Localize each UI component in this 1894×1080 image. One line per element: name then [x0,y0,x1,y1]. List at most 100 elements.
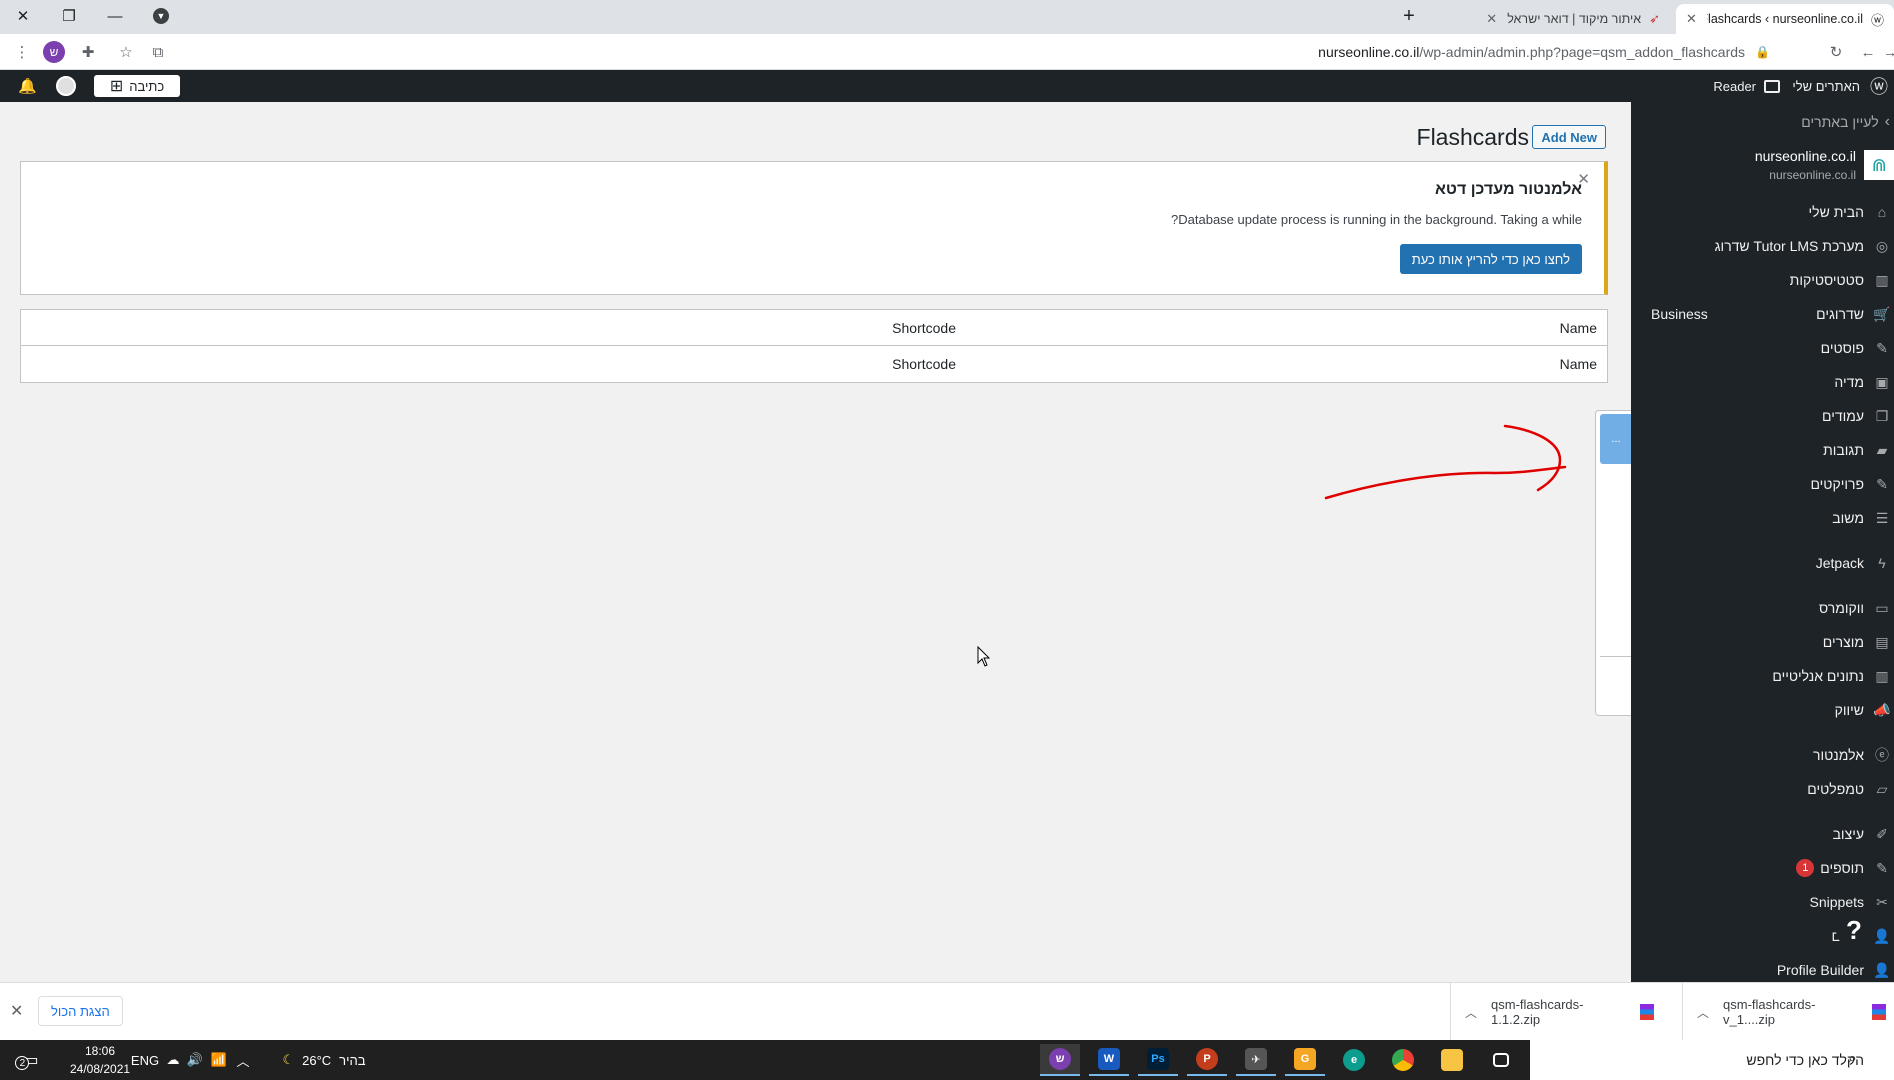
wifi-icon[interactable]: 📶 [208,1040,230,1080]
megaphone-icon: 📣 [1873,701,1891,718]
sidebar-item-jetpack[interactable]: ϟ Jetpack [1631,549,1894,577]
sidebar-item-comments[interactable]: ▰ תגובות [1631,436,1894,464]
folder-icon: ▱ [1876,780,1888,797]
products-icon: ▤ [1875,633,1889,650]
avatar[interactable] [56,76,76,96]
my-sites-link[interactable]: האתרים שלי [1792,70,1860,102]
sidebar-item-stats[interactable]: ▥ סטטיסטיקות [1631,266,1894,294]
sidebar-item-feedback[interactable]: ☰ משוב [1631,504,1894,532]
tab-title: איתור מיקוד | דואר ישראל [1507,12,1642,26]
input-language[interactable]: ENG [128,1040,162,1080]
plugin-icon: ✎ [1876,859,1888,876]
column-header-name[interactable]: Name [1560,320,1597,336]
tab-israel-post[interactable]: ➶ איתור מיקוד | דואר ישראל ✕ [1430,4,1670,34]
column-footer-name[interactable]: Name [1560,356,1597,372]
extensions-icon[interactable]: ✚ [76,40,100,64]
popup-tab[interactable]: ... [1600,414,1632,464]
column-footer-shortcode[interactable]: Shortcode [892,356,956,372]
plan-badge: Business [1651,306,1708,322]
tab-search-icon[interactable]: ▼ [138,0,184,32]
write-button[interactable]: כתיבה ⊞ [94,75,180,97]
woo-icon: ▭ [1875,599,1889,616]
column-header-shortcode[interactable]: Shortcode [892,320,956,336]
lock-icon[interactable]: 🔒 [1755,45,1770,59]
current-site-card[interactable]: ⋒ nurseonline.co.il nurseonline.co.il [1631,146,1894,190]
taskbar-chrome-profile[interactable]: ש [1040,1044,1080,1076]
download-item[interactable]: ︿ qsm-flashcards-1.1.2.zip [1450,983,1662,1041]
flashcards-table: Name Shortcode Name Shortcode [20,309,1608,383]
minimize-window-icon[interactable]: — [92,0,138,32]
tray-expand-icon[interactable]: ︿ [232,1040,254,1080]
windows-search-input[interactable]: הקלד כאן כדי לחפש ⌕ [1530,1040,1894,1080]
reload-icon[interactable]: ↻ [1824,40,1848,64]
photoshop-icon: Ps [1147,1048,1169,1070]
bookmark-star-icon[interactable]: ☆ [114,40,138,64]
show-all-downloads-button[interactable]: הצגת הכול [38,996,123,1026]
download-item[interactable]: ︿ qsm-flashcards-v_1....zip [1682,983,1894,1041]
taskbar-powerpoint[interactable]: P [1187,1044,1227,1076]
taskbar-word[interactable]: W [1089,1044,1129,1076]
sidebar-item-projects[interactable]: ✎ פרויקטים [1631,470,1894,498]
media-icon: ▣ [1875,373,1889,390]
sidebar-item-tutor-lms[interactable]: ◎ מערכת Tutor LMS שדרוג [1631,232,1894,260]
taskbar-app[interactable]: G [1285,1044,1325,1076]
sidebar-item-products[interactable]: ▤ מוצרים [1631,628,1894,656]
close-window-icon[interactable]: ✕ [0,0,46,32]
chevron-up-icon[interactable]: ︿ [1697,1004,1709,1021]
address-bar[interactable]: nurseonline.co.il/wp-admin/admin.php?pag… [180,38,1780,66]
taskbar-edge[interactable]: e [1334,1044,1374,1076]
browser-menu-icon[interactable]: ⋮ [10,40,34,64]
side-popup-panel[interactable]: ... [1595,410,1632,716]
wordpress-logo-icon[interactable]: ⓦ [1864,70,1894,102]
run-update-button[interactable]: לחצו כאן כדי להריץ אותו כעת [1399,244,1582,274]
sidebar-item-pages[interactable]: ❐ עמודים [1631,402,1894,430]
sidebar-item-woocommerce[interactable]: ▭ ווקומרס [1631,594,1894,622]
tab-flashcards[interactable]: ⓦ Flashcards ‹ nurseonline.co.il — … ✕ [1676,4,1894,34]
help-button[interactable]: ? [1836,912,1872,948]
app-icon: G [1294,1048,1316,1070]
reader-link[interactable]: Reader [1713,70,1780,102]
sidebar-item-media[interactable]: ▣ מדיה [1631,368,1894,396]
notice-text: Database update process is running in th… [1171,212,1582,227]
scissors-icon: ✂ [1876,893,1888,910]
sidebar-item-analytics[interactable]: ▥ נתונים אנליטיים [1631,662,1894,690]
sidebar-item-my-home[interactable]: ⌂ הבית שלי [1631,198,1894,226]
sidebar-item-appearance[interactable]: ✐ עיצוב [1631,820,1894,848]
sidebar-item-profile-builder[interactable]: 👤 Profile Builder [1631,956,1894,984]
brush-icon: ✐ [1876,825,1888,842]
app-icon: ✈ [1245,1048,1267,1070]
taskbar-app[interactable]: ✈ [1236,1044,1276,1076]
close-downloads-icon[interactable]: ✕ [10,1001,23,1021]
sidebar-item-templates[interactable]: ▱ טמפלטים [1631,775,1894,803]
chevron-up-icon[interactable]: ︿ [1465,1004,1477,1021]
sidebar-item-plugins[interactable]: ✎ תוספים 1 [1631,854,1894,882]
taskbar-chrome[interactable] [1383,1044,1423,1076]
notification-center-icon[interactable]: ▭ 2 [14,1040,48,1080]
new-tab-button[interactable]: + [1386,0,1432,32]
close-tab-icon[interactable]: ✕ [1686,11,1697,27]
close-tab-icon[interactable]: ✕ [1486,11,1497,27]
add-new-button[interactable]: Add New [1532,125,1606,149]
sidebar-item-upgrades[interactable]: 🛒 שדרוגים Business [1631,300,1894,328]
browse-sites-link[interactable]: › לעיין באתרים [1801,110,1894,134]
notifications-bell-icon[interactable]: 🔔 [18,77,38,95]
onedrive-icon[interactable]: ☁ [162,1040,184,1080]
new-post-icon: ⊞ [109,78,124,95]
url-host: nurseonline.co.il [1318,44,1420,60]
sidebar-item-marketing[interactable]: 📣 שיווק [1631,696,1894,724]
taskbar-photoshop[interactable]: Ps [1138,1044,1178,1076]
volume-icon[interactable]: 🔊 [184,1040,206,1080]
system-clock[interactable]: 18:06 24/08/2021 [70,1042,130,1078]
weather-widget[interactable]: ☾ 26°C בהיר [264,1040,384,1080]
forward-icon[interactable]: → [1886,40,1894,64]
chevron-right-icon: › [1884,113,1890,130]
sidebar-item-elementor[interactable]: ⓔ אלמנטור [1631,741,1894,769]
taskbar-task-view[interactable] [1481,1044,1521,1076]
wp-admin-bar: ⓦ האתרים שלי Reader כתיבה ⊞ 🔔 [0,70,1894,102]
taskbar-file-explorer[interactable] [1432,1044,1472,1076]
back-icon[interactable]: ← [1856,40,1880,64]
install-app-icon[interactable]: ⧉ [146,40,170,64]
profile-avatar[interactable]: ש [42,40,66,64]
restore-window-icon[interactable]: ❐ [46,0,92,32]
sidebar-item-posts[interactable]: ✎ פוסטים [1631,334,1894,362]
